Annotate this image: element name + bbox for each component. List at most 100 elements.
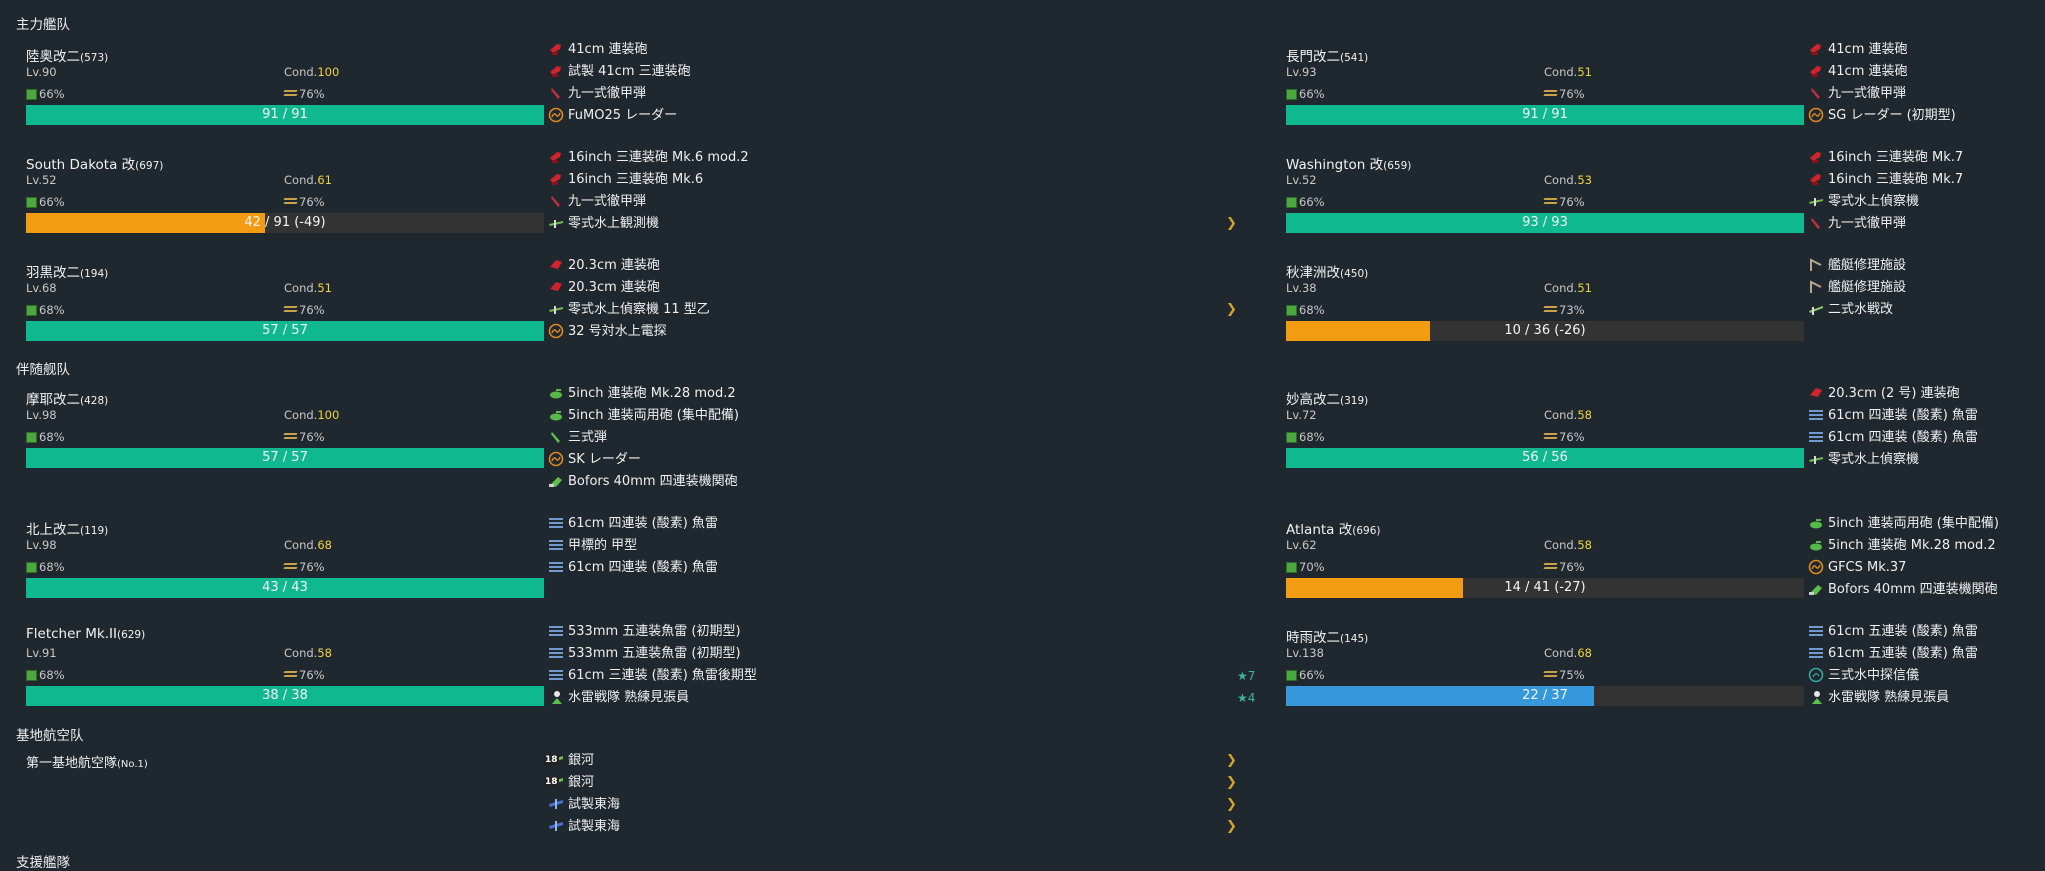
equipment-item[interactable]: 16inch 三連装砲 Mk.6: [548, 170, 1248, 190]
hp-bar: 91 / 91: [1286, 105, 1804, 125]
equipment-item[interactable]: 20.3cm (2 号) 連装砲: [1808, 384, 2045, 404]
lookout-icon: [548, 689, 564, 705]
equipment-name: 5inch 連装両用砲 (集中配備): [1828, 516, 1999, 531]
equipment-item[interactable]: 三式弾: [548, 428, 1248, 448]
equipment-item[interactable]: 5inch 連装砲 Mk.28 mod.2: [548, 384, 1248, 404]
equipment-item[interactable]: 水雷戦隊 熟練見張員: [1808, 688, 2045, 708]
ship-fuel: 66%: [1286, 668, 1325, 682]
equipment-item[interactable]: 533mm 五連装魚雷 (初期型): [548, 622, 1248, 642]
ammo-icon: [1543, 433, 1558, 442]
ship-ammo: 76%: [283, 303, 325, 317]
equipment-item[interactable]: 甲標的 甲型: [548, 536, 1248, 556]
equipment-item[interactable]: 61cm 五連装 (酸素) 魚雷: [1808, 644, 2045, 664]
equipment-item[interactable]: 5inch 連装両用砲 (集中配備): [1808, 514, 2045, 534]
equipment-item[interactable]: SK レーダー: [548, 450, 1248, 470]
equipment-item[interactable]: 16inch 三連装砲 Mk.7: [1808, 148, 2045, 168]
equipment-item[interactable]: 零式水上偵察機: [1808, 450, 2045, 470]
equipment-item[interactable]: 九一式徹甲弾: [1808, 84, 2045, 104]
equipment-item[interactable]: 41cm 連装砲: [1808, 40, 2045, 60]
main-gun-red-icon: [548, 63, 564, 79]
equipment-item[interactable]: 艦艇修理施設: [1808, 256, 2045, 276]
torpedo-icon: [1808, 429, 1824, 445]
hp-bar: 43 / 43: [26, 578, 544, 598]
fuel-icon: [26, 305, 37, 316]
equipment-item[interactable]: 九一式徹甲弾: [548, 84, 1248, 104]
ship-condition: Cond.68: [1544, 646, 1592, 660]
ship-ammo: 76%: [283, 560, 325, 574]
equipment-item[interactable]: 九一式徹甲弾: [548, 192, 1248, 212]
equipment-item[interactable]: 九一式徹甲弾: [1808, 214, 2045, 234]
equipment-item[interactable]: SG レーダー (初期型): [1808, 106, 2045, 126]
ap-shell-icon: [548, 85, 564, 101]
equipment-item[interactable]: 零式水上偵察機: [1808, 192, 2045, 212]
equipment-name: 零式水上偵察機: [1828, 452, 1920, 467]
ship-condition: Cond.58: [1544, 408, 1592, 422]
equipment-item[interactable]: 61cm 四連装 (酸素) 魚雷: [1808, 406, 2045, 426]
fuel-icon: [1286, 432, 1297, 443]
torpedo-icon: [1808, 645, 1824, 661]
equipment-item[interactable]: 41cm 連装砲: [1808, 62, 2045, 82]
section-escort-fleet: 伴随舰队: [16, 362, 70, 378]
equipment-item[interactable]: 61cm 四連装 (酸素) 魚雷: [548, 558, 1248, 578]
hp-bar: 42 / 91 (-49): [26, 213, 544, 233]
equipment-item[interactable]: 16inch 三連装砲 Mk.7: [1808, 170, 2045, 190]
ap-shell-icon: [548, 193, 564, 209]
ship-fuel: 68%: [26, 668, 65, 682]
equipment-item[interactable]: 三式水中探信儀: [1808, 666, 2045, 686]
lbas-squadron[interactable]: 試製東海: [544, 817, 1244, 837]
proficiency-chevron-icon: ❯: [1226, 216, 1237, 231]
hp-text: 57 / 57: [262, 323, 308, 338]
equipment-item[interactable]: 零式水上偵察機 11 型乙: [548, 300, 1248, 320]
equipment-item[interactable]: GFCS Mk.37: [1808, 558, 2045, 578]
equipment-item[interactable]: 5inch 連装両用砲 (集中配備): [548, 406, 1248, 426]
equipment-item[interactable]: Bofors 40mm 四連装機関砲: [548, 472, 1248, 492]
radar-icon: [1808, 559, 1824, 575]
equipment-item[interactable]: 61cm 五連装 (酸素) 魚雷: [1808, 622, 2045, 642]
ship-ammo: 76%: [1543, 87, 1585, 101]
fuel-icon: [26, 562, 37, 573]
lbas-squadron[interactable]: 18 銀河: [544, 773, 1244, 793]
hp-text: 93 / 93: [1522, 215, 1568, 230]
equipment-name: 16inch 三連装砲 Mk.6 mod.2: [568, 150, 749, 165]
equipment-item[interactable]: Bofors 40mm 四連装機関砲: [1808, 580, 2045, 600]
equipment-item[interactable]: 533mm 五連装魚雷 (初期型): [548, 644, 1248, 664]
equipment-item[interactable]: 艦艇修理施設: [1808, 278, 2045, 298]
equipment-item[interactable]: 水雷戦隊 熟練見張員: [548, 688, 1248, 708]
hp-text: 14 / 41 (-27): [1504, 580, 1586, 595]
seaplane-fighter-icon: [1808, 301, 1824, 317]
equipment-name: 61cm 四連装 (酸素) 魚雷: [1828, 408, 1978, 423]
ship-fuel: 66%: [26, 87, 65, 101]
equipment-item[interactable]: 61cm 四連装 (酸素) 魚雷: [1808, 428, 2045, 448]
equipment-name: 試製東海: [568, 797, 621, 812]
equipment-name: 艦艇修理施設: [1828, 258, 1907, 273]
equipment-name: 5inch 連装砲 Mk.28 mod.2: [1828, 538, 1996, 553]
ammo-icon: [1543, 563, 1558, 572]
lbas-squadron[interactable]: 18 銀河: [544, 751, 1244, 771]
equipment-item[interactable]: 二式水戦改: [1808, 300, 2045, 320]
repair-crane-icon: [1808, 279, 1824, 295]
proficiency-chevron-icon: ❯: [1226, 819, 1237, 834]
seaplane-icon: [1808, 451, 1824, 467]
fuel-icon: [26, 670, 37, 681]
equipment-item[interactable]: 61cm 三連装 (酸素) 魚雷後期型: [548, 666, 1248, 686]
proficiency-chevron-icon: ❯: [1226, 797, 1237, 812]
equipment-item[interactable]: 試製 41cm 三連装砲: [548, 62, 1248, 82]
equipment-name: 61cm 四連装 (酸素) 魚雷: [568, 516, 718, 531]
equipment-item[interactable]: 61cm 四連装 (酸素) 魚雷: [548, 514, 1248, 534]
equipment-item[interactable]: 零式水上観測機: [548, 214, 1248, 234]
equipment-name: 銀河: [568, 753, 595, 768]
torpedo-icon: [548, 667, 564, 683]
equipment-item[interactable]: 16inch 三連装砲 Mk.6 mod.2: [548, 148, 1248, 168]
ship-condition: Cond.100: [284, 408, 340, 422]
equipment-item[interactable]: 20.3cm 連装砲: [548, 256, 1248, 276]
proficiency-chevron-icon: ❯: [1226, 775, 1237, 790]
equipment-item[interactable]: 5inch 連装砲 Mk.28 mod.2: [1808, 536, 2045, 556]
equipment-item[interactable]: 41cm 連装砲: [548, 40, 1248, 60]
seaplane-icon: [548, 215, 564, 231]
equipment-item[interactable]: 20.3cm 連装砲: [548, 278, 1248, 298]
equipment-item[interactable]: 32 号対水上電探: [548, 322, 1248, 342]
equipment-item[interactable]: FuMO25 レーダー: [548, 106, 1248, 126]
torpedo-icon: [548, 559, 564, 575]
lbas-squadron[interactable]: 試製東海: [544, 795, 1244, 815]
equipment-name: 41cm 連装砲: [1828, 42, 1908, 57]
